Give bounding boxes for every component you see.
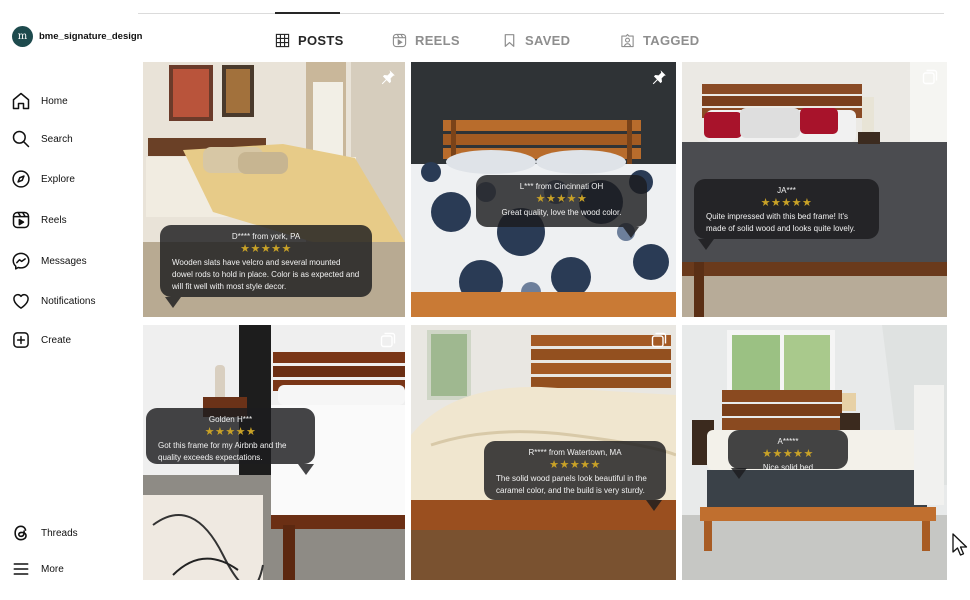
review-text: Quite impressed with this bed frame! It'… <box>706 212 856 233</box>
active-tab-indicator <box>275 12 340 14</box>
sidebar-item-label: Home <box>41 95 68 107</box>
star-rating: ★★★★★ <box>204 426 257 438</box>
profile-header[interactable]: m bme_signature_design <box>12 26 142 47</box>
star-rating: ★★★★★ <box>535 193 588 205</box>
sidebar-item-label: Search <box>41 133 73 145</box>
reviewer-name: L*** from Cincinnati OH <box>519 182 604 191</box>
reels-icon <box>12 211 30 229</box>
heart-icon <box>13 293 29 309</box>
sidebar-item-label: More <box>41 563 64 575</box>
reviewer-name: JA*** <box>777 186 796 195</box>
tab-label: TAGGED <box>643 32 700 48</box>
tab-posts[interactable]: POSTS <box>275 30 344 50</box>
reels-icon <box>392 33 407 47</box>
sidebar-item-label: Notifications <box>41 295 96 307</box>
reviewer-name: R**** from Watertown, MA <box>528 448 622 457</box>
bubble-tail <box>698 239 714 250</box>
review-bubble: L*** from Cincinnati OH ★★★★★ Great qual… <box>476 175 647 227</box>
post-tile-2[interactable]: L*** from Cincinnati OH ★★★★★ Great qual… <box>411 62 676 317</box>
sidebar-item-label: Threads <box>41 527 78 539</box>
review-text: Great quality, love the wood color. <box>501 208 622 217</box>
multi-post-icon <box>380 332 396 348</box>
review-bubble: JA*** ★★★★★ Quite impressed with this be… <box>694 179 879 239</box>
star-rating: ★★★★★ <box>549 459 601 471</box>
tab-tagged[interactable]: TAGGED <box>620 30 699 50</box>
messenger-icon <box>12 252 30 270</box>
reviewer-name: Golden H*** <box>208 415 253 424</box>
tagged-icon <box>621 33 634 47</box>
bubble-tail <box>646 500 662 511</box>
sidebar-item-messages[interactable]: Messages <box>11 250 87 272</box>
review-bubble: A***** ★★★★★ Nice solid bed <box>728 430 848 472</box>
review-text: Wooden slats have velcro and several mou… <box>172 258 360 291</box>
home-icon <box>12 92 30 110</box>
review-text: The solid wood panels look beautiful in … <box>496 474 647 495</box>
compass-icon <box>12 170 30 188</box>
bubble-tail <box>165 297 181 308</box>
search-icon <box>12 130 30 148</box>
tab-label: SAVED <box>525 32 571 48</box>
reviewer-name: A***** <box>777 437 799 446</box>
sidebar-item-label: Create <box>41 334 72 346</box>
post-tile-6[interactable]: A***** ★★★★★ Nice solid bed <box>682 325 947 580</box>
tab-label: POSTS <box>298 32 344 48</box>
bubble-tail <box>298 464 314 475</box>
tabs-divider <box>138 13 944 14</box>
review-text: Nice solid bed <box>762 463 814 472</box>
mouse-cursor-icon <box>952 533 968 556</box>
sidebar-item-label: Reels <box>41 214 67 226</box>
multi-post-icon <box>922 69 938 85</box>
threads-icon <box>14 525 27 541</box>
sidebar-item-threads[interactable]: Threads <box>11 522 78 544</box>
bubble-tail <box>731 468 747 479</box>
menu-icon <box>13 563 29 575</box>
review-bubble: D**** from york, PA ★★★★★ Wooden slats h… <box>160 225 372 297</box>
profile-username[interactable]: bme_signature_design <box>39 31 142 42</box>
star-rating: ★★★★★ <box>762 448 814 460</box>
post-tile-3[interactable]: JA*** ★★★★★ Quite impressed with this be… <box>682 62 947 317</box>
post-tile-1[interactable]: D**** from york, PA ★★★★★ Wooden slats h… <box>143 62 405 317</box>
bookmark-icon <box>504 33 515 47</box>
post-tile-4[interactable]: Golden H*** ★★★★★ Got this frame for my … <box>143 325 405 580</box>
sidebar: m bme_signature_design Home Search Explo… <box>0 0 142 600</box>
multi-post-icon <box>651 332 667 348</box>
bubble-tail <box>623 227 639 238</box>
star-rating: ★★★★★ <box>240 243 292 255</box>
sidebar-item-search[interactable]: Search <box>11 128 73 150</box>
sidebar-item-reels[interactable]: Reels <box>11 209 67 231</box>
review-bubble: R**** from Watertown, MA ★★★★★ The solid… <box>484 441 666 500</box>
sidebar-item-more[interactable]: More <box>11 558 64 580</box>
sidebar-item-explore[interactable]: Explore <box>11 168 75 190</box>
avatar[interactable]: m <box>12 26 33 47</box>
reviewer-name: D**** from york, PA <box>231 232 301 241</box>
pin-icon <box>381 70 395 85</box>
sidebar-item-label: Messages <box>41 255 87 267</box>
sidebar-item-create[interactable]: Create <box>11 329 71 351</box>
tab-saved[interactable]: SAVED <box>502 30 570 50</box>
plus-square-icon <box>13 332 29 348</box>
review-text: Got this frame for my Airbnb and the qua… <box>158 441 287 462</box>
tab-reels[interactable]: REELS <box>392 30 460 50</box>
pin-icon <box>652 70 666 85</box>
post-tile-5[interactable]: R**** from Watertown, MA ★★★★★ The solid… <box>411 325 676 580</box>
review-bubble: Golden H*** ★★★★★ Got this frame for my … <box>146 408 315 464</box>
tab-label: REELS <box>415 32 460 48</box>
sidebar-item-home[interactable]: Home <box>11 90 68 112</box>
sidebar-item-label: Explore <box>41 173 75 185</box>
grid-icon <box>275 33 290 47</box>
sidebar-item-notifications[interactable]: Notifications <box>11 290 95 312</box>
star-rating: ★★★★★ <box>760 197 813 209</box>
